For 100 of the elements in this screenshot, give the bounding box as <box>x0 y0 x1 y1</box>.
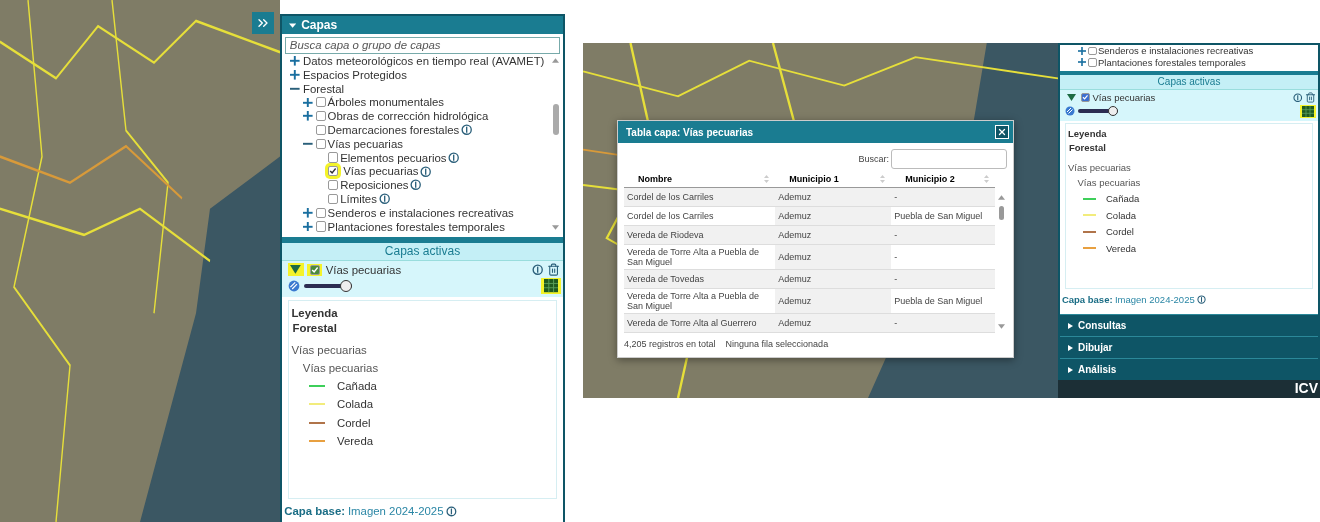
scroll-up-icon[interactable] <box>997 195 1005 200</box>
opacity-slider[interactable] <box>303 279 352 292</box>
plus-icon[interactable] <box>290 56 300 66</box>
plus-icon[interactable] <box>290 69 300 80</box>
info-icon[interactable] <box>378 193 391 205</box>
scroll-down-icon[interactable] <box>552 224 560 230</box>
accordion-header[interactable]: Consultas <box>1060 314 1318 336</box>
info-icon[interactable] <box>461 124 473 136</box>
layer-label[interactable]: Forestal <box>303 82 345 95</box>
striped-circle-icon[interactable] <box>1065 106 1075 116</box>
checkbox[interactable] <box>328 152 339 163</box>
layer-label[interactable]: Plantaciones forestales temporales <box>327 220 505 233</box>
column-header[interactable]: Municipio 1 <box>781 174 839 184</box>
plus-icon[interactable] <box>1077 58 1086 67</box>
collapse-button[interactable] <box>252 12 274 34</box>
trash-icon[interactable] <box>1305 92 1316 103</box>
checkbox[interactable] <box>328 166 339 177</box>
scrollbar-thumb[interactable] <box>998 206 1004 220</box>
layer-label[interactable]: Plantaciones forestales temporales <box>1098 56 1246 68</box>
accordion-header[interactable]: Dibujar <box>1060 336 1318 358</box>
table-cell: Ademuz <box>775 244 892 270</box>
plus-icon[interactable] <box>303 97 313 108</box>
checkbox[interactable] <box>315 221 326 232</box>
layer-label[interactable]: Vías pecuarias <box>343 165 419 178</box>
checkbox[interactable] <box>1088 58 1097 67</box>
checkbox[interactable] <box>315 111 326 122</box>
legend-label: Cañada <box>1106 193 1140 205</box>
layer-label[interactable]: Datos meteorológicos en tiempo real (AVAMET) <box>303 54 545 67</box>
plus-icon[interactable] <box>303 221 313 232</box>
trash-icon[interactable] <box>547 263 561 277</box>
column-header[interactable]: Nombre <box>630 174 672 184</box>
layer-label[interactable]: Árboles monumentales <box>327 96 445 109</box>
legend-label: Colada <box>337 398 374 411</box>
caret-icon <box>1068 322 1073 329</box>
legend-label: Cordel <box>1106 226 1134 238</box>
checkbox[interactable] <box>328 193 339 204</box>
layer-label[interactable]: Obras de corrección hidrológica <box>327 110 489 123</box>
layer-label[interactable]: Senderos e instalaciones recreativas <box>1098 45 1254 57</box>
table-cell: Ademuz <box>775 288 892 314</box>
legend-layer: Vías pecuarias <box>1068 161 1132 173</box>
info-icon[interactable] <box>446 506 458 517</box>
record-count: 4,205 registros en total <box>624 339 716 349</box>
plus-icon[interactable] <box>1077 46 1086 55</box>
checkbox[interactable] <box>315 138 326 149</box>
layer-label[interactable]: Senderos e instalaciones recreativas <box>327 206 514 219</box>
info-icon[interactable] <box>1197 295 1207 305</box>
info-icon[interactable] <box>1292 92 1302 103</box>
layer-label[interactable]: Límites <box>340 192 377 205</box>
logo: ICV <box>1294 380 1318 396</box>
base-layer-value[interactable]: Imagen 2024-2025 <box>1114 294 1195 306</box>
base-layer-value[interactable]: Imagen 2024-2025 <box>347 505 444 518</box>
table-cell: - <box>891 244 995 270</box>
layer-label[interactable]: Vías pecuarias <box>1092 92 1156 103</box>
legend-title: Leyenda <box>291 306 339 319</box>
dialog-title: Tabla capa: Vías pecuarias <box>626 126 754 138</box>
table-cell: Vereda de Torre Alta a Puebla de San Miguel <box>624 244 776 270</box>
accordion-header[interactable]: Análisis <box>1060 358 1318 380</box>
legend-group: Forestal <box>292 321 554 334</box>
slider-thumb[interactable] <box>1108 106 1118 116</box>
legend-label: Cordel <box>337 416 371 429</box>
legend-title: Leyenda <box>1068 128 1108 140</box>
layer-label[interactable]: Vías pecuarias <box>327 137 403 150</box>
layer-label[interactable]: Elementos pecuarios <box>340 151 447 164</box>
layer-label[interactable]: Vías pecuarias <box>325 263 402 276</box>
checkbox[interactable] <box>1088 46 1097 55</box>
close-button[interactable] <box>995 125 1009 139</box>
panel-header[interactable]: Capas <box>282 16 563 35</box>
table-button[interactable] <box>541 278 561 294</box>
section-header: Capas activas <box>1060 75 1318 90</box>
plus-icon[interactable] <box>303 207 313 218</box>
scroll-up-icon[interactable] <box>552 57 560 63</box>
info-icon[interactable] <box>532 264 544 276</box>
legend-layer: Vías pecuarias <box>291 344 368 357</box>
info-icon[interactable] <box>410 179 422 191</box>
table-cell: Puebla de San Miguel <box>891 288 995 314</box>
info-icon[interactable] <box>420 165 432 178</box>
checkbox[interactable] <box>315 124 326 136</box>
section-header: Capas activas <box>282 243 563 261</box>
info-icon[interactable] <box>448 151 460 164</box>
scroll-down-icon[interactable] <box>997 324 1005 329</box>
expand-toggle[interactable] <box>1065 92 1078 103</box>
checkbox[interactable] <box>1081 93 1090 102</box>
column-header[interactable]: Municipio 2 <box>897 174 955 184</box>
table-button[interactable] <box>1300 104 1316 118</box>
layer-label[interactable]: Demarcaciones forestales <box>327 123 460 136</box>
plus-icon[interactable] <box>303 111 313 121</box>
scrollbar-thumb[interactable] <box>552 104 559 136</box>
checkbox[interactable] <box>328 180 339 191</box>
checkbox[interactable] <box>315 97 326 108</box>
caret-icon <box>1068 344 1073 351</box>
legend-label: Vereda <box>337 435 374 448</box>
expand-toggle[interactable] <box>288 263 304 277</box>
search-field[interactable]: Busca capa o grupo de capas <box>285 36 560 55</box>
checkbox[interactable] <box>315 207 326 218</box>
slider-thumb[interactable] <box>339 279 352 292</box>
layer-label[interactable]: Espacios Protegidos <box>303 68 407 81</box>
search-label: Buscar: <box>858 154 889 164</box>
layer-label[interactable]: Reposiciones <box>340 179 409 192</box>
search-field[interactable] <box>891 149 1007 169</box>
striped-circle-icon[interactable] <box>288 279 300 292</box>
